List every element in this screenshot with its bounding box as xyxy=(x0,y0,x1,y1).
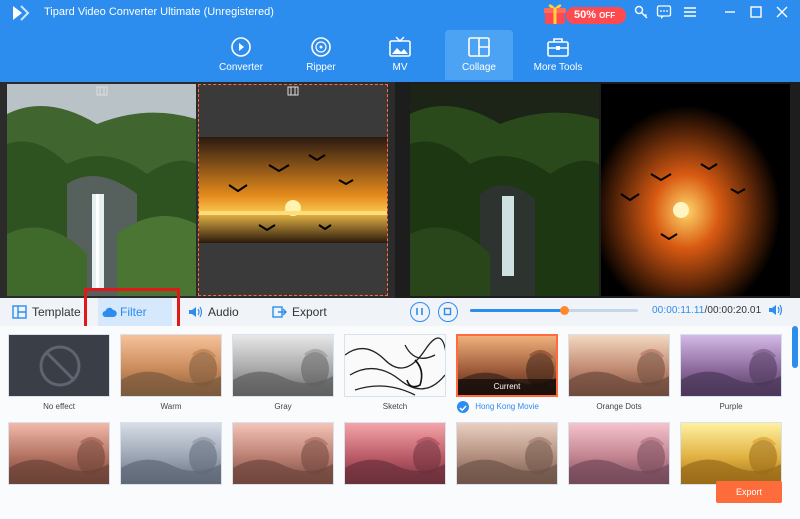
progress-fill xyxy=(470,309,565,312)
filter-preview xyxy=(121,335,221,396)
maximize-icon[interactable] xyxy=(748,4,764,20)
filter-thumbnail[interactable] xyxy=(344,334,446,397)
key-icon[interactable] xyxy=(634,4,650,20)
filter-thumbnail[interactable] xyxy=(232,422,334,485)
sketch-preview xyxy=(345,335,445,396)
nav-more-tools-label: More Tools xyxy=(533,62,583,73)
stop-button[interactable] xyxy=(438,302,458,322)
filter-preview xyxy=(681,335,781,396)
tab-template-label: Template xyxy=(32,305,81,319)
converter-icon xyxy=(231,37,251,57)
feedback-icon[interactable] xyxy=(656,4,672,20)
filter-thumbnail[interactable] xyxy=(680,422,782,485)
output-preview xyxy=(395,82,800,298)
app-logo-icon xyxy=(13,5,30,21)
filter-preview xyxy=(345,423,445,484)
progress-handle[interactable] xyxy=(560,306,570,315)
filter-tab-highlight xyxy=(84,288,180,330)
time-readout: 00:00:11.11/00:00:20.01 xyxy=(652,305,761,316)
nav-mv-label: MV xyxy=(392,62,408,73)
filter-label: Purple xyxy=(719,402,743,411)
filter-thumbnail[interactable] xyxy=(8,334,110,397)
toolbox-icon xyxy=(547,38,569,57)
nav-collage[interactable]: Collage xyxy=(445,30,513,80)
tab-template[interactable]: Template xyxy=(10,298,81,326)
nav-ripper-label: Ripper xyxy=(306,62,336,73)
filter-preview xyxy=(681,423,781,484)
menu-icon[interactable] xyxy=(682,4,698,20)
collage-cell-sunset[interactable] xyxy=(198,84,388,296)
filter-preview xyxy=(121,423,221,484)
filter-thumbnail[interactable] xyxy=(456,422,558,485)
minimize-icon[interactable] xyxy=(722,4,738,20)
collage-editor-preview[interactable] xyxy=(0,82,395,298)
ripper-icon xyxy=(311,37,331,57)
selected-check-icon xyxy=(457,401,469,413)
filter-thumbnail[interactable] xyxy=(232,334,334,397)
nav-collage-label: Collage xyxy=(462,62,496,73)
filter-preview xyxy=(9,423,109,484)
tab-export[interactable]: Export xyxy=(270,298,334,326)
playback-progress[interactable] xyxy=(470,306,638,315)
filter-thumbnail[interactable] xyxy=(568,334,670,397)
filter-preview xyxy=(233,423,333,484)
export-button[interactable]: Export xyxy=(716,481,782,503)
filter-preview xyxy=(569,335,669,396)
filter-thumbnail[interactable] xyxy=(8,422,110,485)
template-icon xyxy=(12,305,27,319)
collage-cell-waterfall[interactable] xyxy=(7,84,196,296)
current-badge: Current xyxy=(458,379,556,395)
pause-icon xyxy=(416,308,423,315)
title-bar: Tipard Video Converter Ultimate (Unregis… xyxy=(0,0,800,82)
output-cell-waterfall xyxy=(410,84,599,296)
sunset-image xyxy=(199,137,387,243)
filter-thumbnail[interactable] xyxy=(680,334,782,397)
mv-icon xyxy=(389,36,411,57)
discount-percent: 50% xyxy=(574,9,597,21)
current-time: 00:00:11.11 xyxy=(652,305,705,316)
volume-icon[interactable] xyxy=(768,303,784,317)
filter-preview xyxy=(569,423,669,484)
frame-icon xyxy=(96,86,108,96)
no-effect-icon xyxy=(9,335,109,396)
waterfall-output-image xyxy=(410,84,599,296)
output-cell-sunset xyxy=(601,84,790,296)
pause-button[interactable] xyxy=(410,302,430,322)
discount-suffix: OFF xyxy=(599,11,616,20)
discount-badge[interactable]: 50% OFF xyxy=(566,7,626,24)
speaker-icon xyxy=(189,306,203,318)
nav-ripper[interactable]: Ripper xyxy=(290,30,352,80)
nav-more-tools[interactable]: More Tools xyxy=(526,30,590,80)
total-time: /00:00:20.01 xyxy=(704,305,762,316)
filter-preview xyxy=(233,335,333,396)
gift-icon xyxy=(544,4,566,24)
app-title: Tipard Video Converter Ultimate (Unregis… xyxy=(44,6,274,18)
filter-thumbnail[interactable] xyxy=(120,422,222,485)
export-icon xyxy=(272,306,287,318)
filter-grid: No effect Warm Gray Sketch Current Hong Kong … xyxy=(0,326,800,519)
filter-thumbnail[interactable] xyxy=(568,422,670,485)
filter-thumbnail[interactable] xyxy=(120,334,222,397)
tab-export-label: Export xyxy=(292,305,327,319)
waterfall-image xyxy=(7,84,196,296)
filter-preview xyxy=(457,423,557,484)
frame-icon xyxy=(287,86,299,96)
close-icon[interactable] xyxy=(774,4,790,20)
stop-icon xyxy=(443,307,452,316)
nav-converter-label: Converter xyxy=(219,62,263,73)
filter-thumbnail[interactable] xyxy=(344,422,446,485)
filter-thumbnail[interactable]: Current xyxy=(456,334,558,397)
nav-mv[interactable]: MV xyxy=(369,30,431,80)
tab-audio-label: Audio xyxy=(208,305,239,319)
tab-audio[interactable]: Audio xyxy=(186,298,250,326)
collage-icon xyxy=(468,37,490,57)
filter-scrollbar[interactable] xyxy=(792,326,798,368)
nav-converter[interactable]: Converter xyxy=(210,30,272,80)
sunset-output-image xyxy=(601,84,790,296)
